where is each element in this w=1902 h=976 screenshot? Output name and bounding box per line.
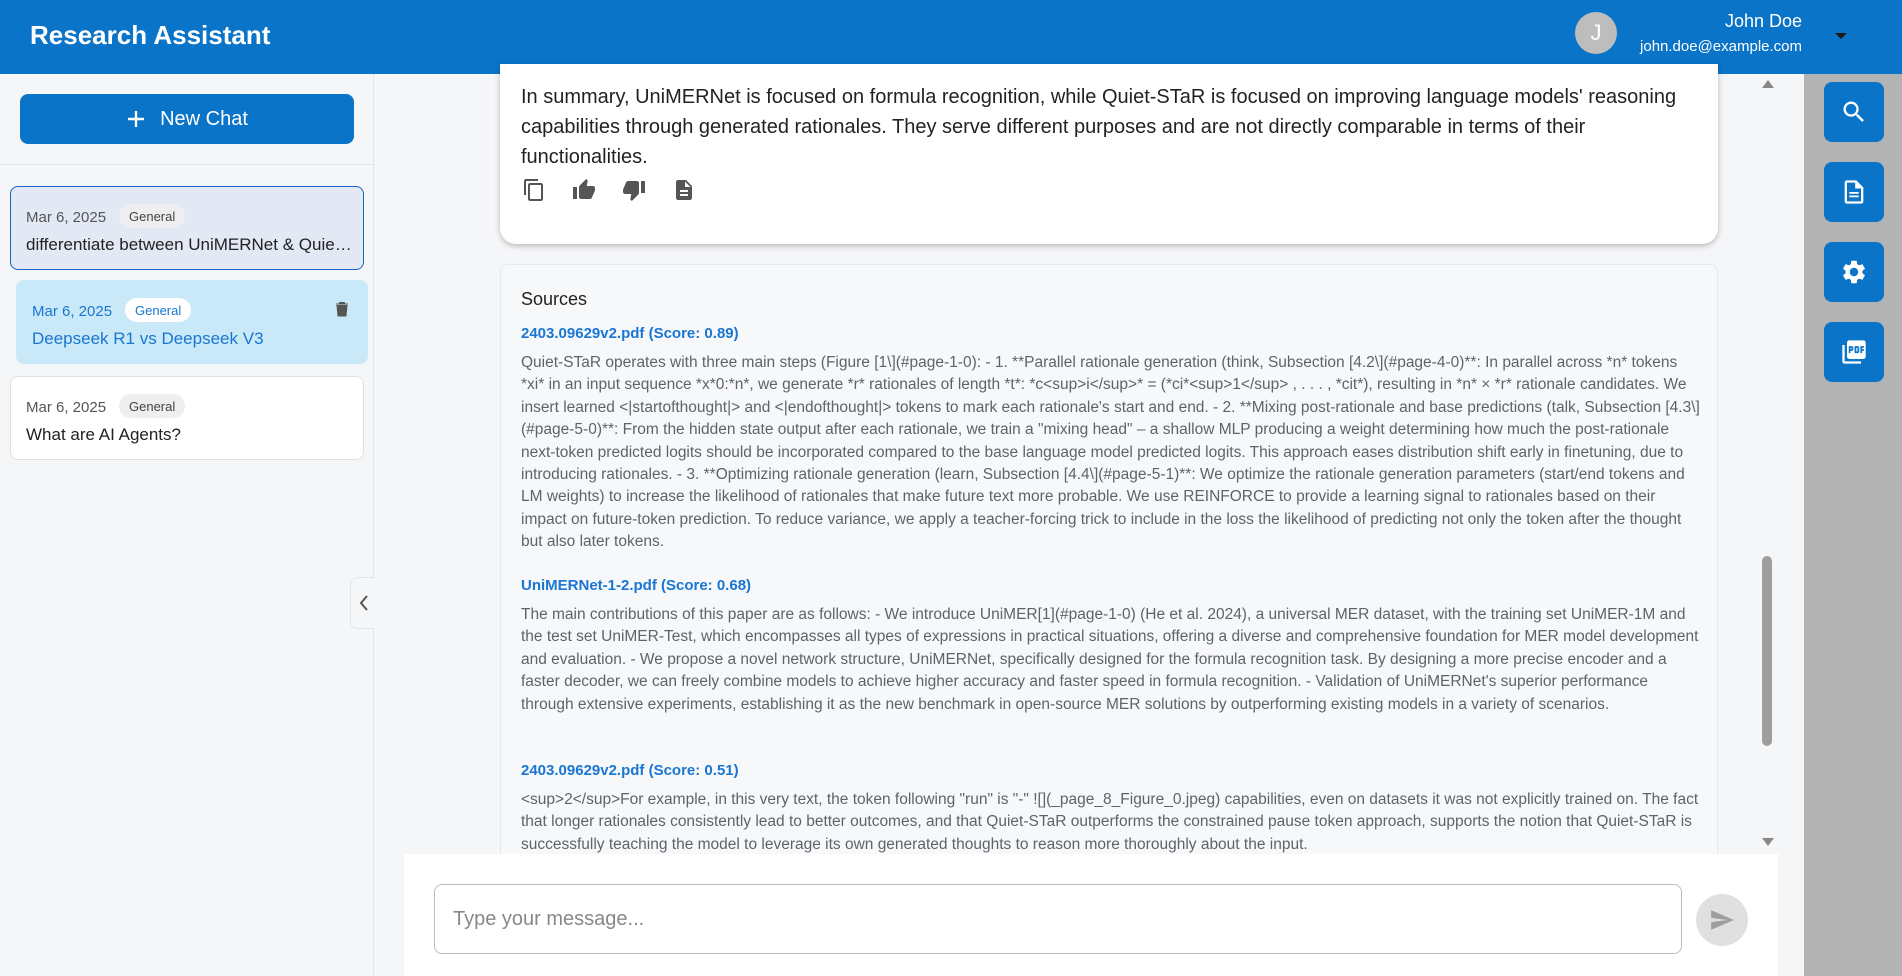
chat-item[interactable]: Mar 6, 2025 General Deepseek R1 vs Deeps… [16,280,368,364]
user-email: john.doe@example.com [1640,38,1802,55]
chat-main: In summary, UniMERNet is focused on form… [374,64,1804,976]
source-excerpt: Quiet-STaR operates with three main step… [521,354,1700,551]
chat-title: Deepseek R1 vs Deepseek V3 [32,329,264,348]
documents-button[interactable] [1824,162,1884,222]
sidebar: New Chat Mar 6, 2025 General differentia… [0,74,376,976]
scroll-up-arrow[interactable] [1762,80,1774,88]
chat-date: Mar 6, 2025 [32,303,113,320]
chat-date: Mar 6, 2025 [26,399,107,416]
thumbs-up-icon [573,179,595,199]
source-link[interactable]: 2403.09629v2.pdf (Score: 0.51) [521,762,1701,779]
answer-actions [522,178,696,202]
search-button[interactable] [1824,82,1884,142]
source-item: UniMERNet-1-2.pdf (Score: 0.68) The main… [521,577,1701,716]
trash-icon [336,302,348,317]
scrollbar[interactable] [1760,74,1774,854]
chat-date: Mar 6, 2025 [26,209,107,226]
composer [404,854,1778,976]
send-button[interactable] [1696,894,1748,946]
settings-button[interactable] [1824,242,1884,302]
scroll-down-arrow[interactable] [1762,838,1774,846]
gear-icon [1843,260,1865,284]
chevron-left-icon [359,595,368,611]
view-sources-button[interactable] [672,178,696,202]
chat-title: differentiate between UniMERNet & Quiet-… [26,235,356,254]
thumbs-down-button[interactable] [622,178,646,202]
search-icon [1843,101,1864,122]
avatar[interactable]: J [1575,12,1617,54]
delete-chat-button[interactable] [335,301,349,317]
plus-icon [128,111,145,127]
pdf-button[interactable] [1824,322,1884,382]
right-tool-rail [1804,74,1902,976]
chat-item[interactable]: Mar 6, 2025 General differentiate betwee… [10,186,364,270]
send-icon [1711,910,1734,930]
message-input[interactable] [434,884,1682,954]
user-menu-dropdown[interactable] [1830,28,1852,44]
source-excerpt: The main contributions of this paper are… [521,606,1699,713]
scroll-thumb[interactable] [1762,556,1772,746]
app-title: Research Assistant [30,20,271,50]
chat-tag: General [119,204,186,228]
sources-title: Sources [521,289,588,309]
copy-icon [524,179,543,201]
answer-text: In summary, UniMERNet is focused on form… [521,86,1677,168]
sources-panel: Sources 2403.09629v2.pdf (Score: 0.89) Q… [500,264,1718,904]
pdf-icon [1842,340,1866,364]
source-link[interactable]: UniMERNet-1-2.pdf (Score: 0.68) [521,577,1701,594]
source-item: 2403.09629v2.pdf (Score: 0.51) <sup>2</s… [521,762,1701,856]
source-link[interactable]: 2403.09629v2.pdf (Score: 0.89) [521,325,1701,342]
chat-title: What are AI Agents? [26,425,181,444]
new-chat-button[interactable]: New Chat [20,94,354,144]
chat-tag: General [125,298,192,322]
document-icon [1844,180,1864,204]
chat-item[interactable]: Mar 6, 2025 General What are AI Agents? [10,376,364,460]
chat-tag: General [119,394,186,418]
thumbs-down-icon [623,181,645,201]
answer-card: In summary, UniMERNet is focused on form… [500,64,1718,244]
thumbs-up-button[interactable] [572,178,596,202]
user-name: John Doe [1724,11,1802,31]
copy-button[interactable] [522,178,546,202]
document-icon [676,180,692,200]
caret-down-icon [1835,33,1847,39]
new-chat-label: New Chat [160,107,248,130]
source-excerpt: <sup>2</sup>For example, in this very te… [521,791,1699,853]
app-header: Research Assistant J John Doe john.doe@e… [0,0,1902,74]
sidebar-divider [0,164,373,165]
collapse-sidebar-button[interactable] [350,577,376,629]
source-item: 2403.09629v2.pdf (Score: 0.89) Quiet-STa… [521,325,1701,554]
